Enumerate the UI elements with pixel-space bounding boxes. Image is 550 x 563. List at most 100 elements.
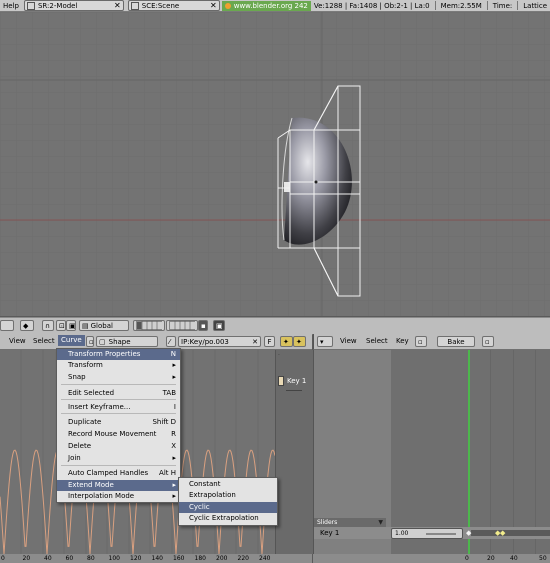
ruler-tick-label: 0	[1, 555, 5, 562]
shape-key-value-slider[interactable]: 1.00	[391, 528, 463, 539]
menu-item-insert-keyframe[interactable]: Insert Keyframe... I	[57, 402, 180, 413]
ipo-type-select[interactable]: ▢ Shape	[96, 336, 158, 347]
blender-logo-icon	[224, 2, 231, 9]
menu-item-join[interactable]: Join ▸	[57, 453, 180, 464]
scene-name: SCE:Scene	[141, 1, 180, 10]
ipo-name-field[interactable]: IP:Key/po.003 ✕	[178, 336, 261, 347]
ipo-frame-ruler[interactable]: 0 20 40 60 80 100 120 140 160 180 200 220 240	[0, 554, 312, 563]
object-center-dot	[314, 180, 318, 184]
mesh-object[interactable]	[0, 12, 550, 316]
ruler-tick-label: 50	[539, 555, 547, 562]
action-key-menu[interactable]: Key	[396, 337, 409, 345]
window-type-icon[interactable]: ▾	[317, 336, 333, 347]
action-frame-ruler[interactable]: 0 20 40 50	[313, 554, 550, 563]
shading-icon[interactable]: ⊡	[56, 320, 66, 331]
menu-item-edit-selected[interactable]: Edit Selected TAB	[57, 388, 180, 399]
shape-key-row[interactable]: Key 1 1.00 ◆ ◆ ◆	[314, 527, 550, 539]
menu-item-snap[interactable]: Snap ▸	[57, 372, 180, 383]
menu-item-interpolation-mode[interactable]: Interpolation Mode ▸	[57, 491, 180, 502]
3d-viewport[interactable]	[0, 12, 550, 316]
sliders-header[interactable]: Sliders ▼	[314, 518, 386, 527]
menu-item-label: Auto Clamped Handles	[68, 469, 149, 477]
ruler-tick-label: 0	[465, 555, 469, 562]
submenu-item-cyclic[interactable]: Cyclic	[179, 502, 277, 513]
layer-buttons-right[interactable]	[166, 320, 198, 331]
ruler-tick-label: 160	[173, 555, 185, 562]
menu-item-transform[interactable]: Transform ▸	[57, 360, 180, 371]
menu-item-label: Join	[68, 454, 81, 462]
keyframe-marker[interactable]: ◆	[466, 529, 471, 537]
layer-icon[interactable]: ▣	[66, 320, 76, 331]
screen-selector[interactable]: SR:2-Model ✕	[23, 0, 124, 11]
divider	[517, 1, 519, 10]
menu-item-delete[interactable]: Delete X	[57, 441, 180, 452]
close-icon[interactable]: ✕	[210, 1, 217, 10]
render-icon[interactable]: ▣	[213, 320, 225, 331]
ruler-tick-label: 80	[87, 555, 95, 562]
url-text: www.blender.org 242	[233, 1, 308, 10]
action-select-menu[interactable]: Select	[366, 337, 388, 345]
channel-color-swatch[interactable]	[278, 376, 284, 386]
ipo-select-menu[interactable]: Select	[33, 337, 55, 345]
shape-key-name: Key 1	[320, 529, 340, 537]
ruler-tick-label: 140	[151, 555, 163, 562]
menu-item-transform-properties[interactable]: Transform Properties N	[57, 349, 180, 360]
object-mode-icon[interactable]: ◆	[20, 320, 34, 331]
draw-type-icon[interactable]: ∩	[42, 320, 54, 331]
action-editor-canvas[interactable]: Sliders ▼ Key 1 1.00 ◆ ◆ ◆	[313, 350, 550, 554]
menu-item-label: Extend Mode	[68, 481, 114, 489]
bake-button[interactable]: Bake	[437, 336, 475, 347]
action-icon[interactable]: ▫	[415, 336, 427, 347]
sphere-mesh	[284, 117, 352, 245]
shape-key-value: 1.00	[395, 530, 409, 537]
help-menu[interactable]: Help	[0, 1, 22, 11]
ruler-tick-label: 20	[487, 555, 495, 562]
menu-item-shortcut: ▸	[172, 481, 176, 489]
grid-line	[535, 350, 536, 554]
menu-item-shortcut: N	[170, 350, 176, 358]
lock-view-icon[interactable]: ▫	[482, 336, 494, 347]
submenu-item-extrapolation[interactable]: Extrapolation	[179, 490, 277, 501]
orientation-select[interactable]: ▤ Global	[79, 320, 129, 331]
pin-icon[interactable]: ⁄	[166, 336, 176, 347]
lock-icon[interactable]: ▪	[198, 320, 208, 331]
action-view-menu[interactable]: View	[340, 337, 357, 345]
menu-item-auto-clamped-handles[interactable]: Auto Clamped Handles Alt H	[57, 468, 180, 479]
menu-item-record-mouse-movement[interactable]: Record Mouse Movement R	[57, 429, 180, 440]
close-icon[interactable]: ✕	[114, 1, 121, 10]
screen-name: SR:2-Model	[37, 1, 78, 10]
menu-item-label: Transform Properties	[68, 350, 141, 358]
fake-user-label: F	[267, 337, 272, 346]
lock-view-icon[interactable]: ✦	[293, 336, 306, 347]
submenu-item-cyclic-extrapolation[interactable]: Cyclic Extrapolation	[179, 513, 277, 524]
close-icon[interactable]: ✕	[252, 338, 258, 346]
zoom-icon[interactable]: ✦	[280, 336, 293, 347]
collapse-toggle-button[interactable]	[0, 320, 14, 331]
layer-buttons-left[interactable]	[133, 320, 165, 331]
current-frame-line[interactable]	[468, 350, 470, 554]
channel-key-label[interactable]: Key 1	[287, 377, 306, 385]
ipo-curve-menu[interactable]: Curve	[58, 335, 85, 346]
menu-item-label: Snap	[68, 373, 86, 381]
fake-user-button[interactable]: F	[264, 336, 275, 347]
menu-item-duplicate[interactable]: Duplicate Shift D	[57, 417, 180, 428]
ipo-icon[interactable]: ▫	[86, 336, 94, 347]
grid-line	[513, 350, 514, 554]
menu-item-shortcut: I	[173, 403, 176, 411]
orientation-label: Global	[90, 321, 113, 330]
menu-item-shortcut: Shift D	[152, 418, 176, 426]
submenu-item-constant[interactable]: Constant	[179, 479, 277, 490]
3d-view-header: ◆ ∩ ⊡ ▣ ▤ Global ▪ ▣	[0, 317, 550, 335]
blender-url-badge[interactable]: www.blender.org 242	[221, 0, 311, 11]
keyframe-marker[interactable]: ◆	[500, 529, 505, 537]
layer-grid-icon	[136, 321, 162, 330]
time-stat: Time:	[492, 1, 513, 10]
scene-selector[interactable]: SCE:Scene ✕	[127, 0, 220, 11]
menu-item-extend-mode[interactable]: Extend Mode ▸	[57, 480, 180, 491]
ipo-view-menu[interactable]: View	[9, 337, 26, 345]
scene-stats: Ve:1288 | Fa:1408 | Ob:2-1 | La:0	[313, 1, 430, 10]
shape-key-icon: ▢	[99, 337, 106, 346]
menu-item-label: Interpolation Mode	[68, 492, 135, 500]
menu-item-label: Insert Keyframe...	[68, 403, 131, 411]
menu-item-shortcut: ▸	[172, 373, 176, 381]
